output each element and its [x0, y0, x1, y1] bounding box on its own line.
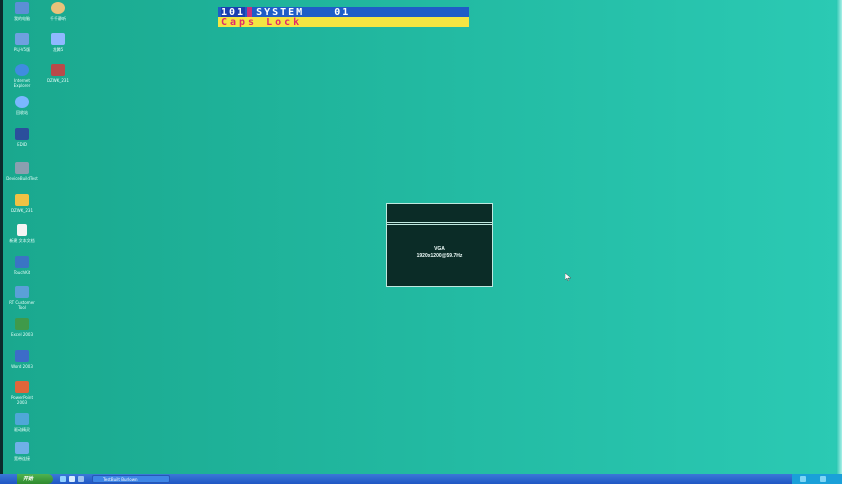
desktop-icon-driver[interactable]: 驱动精灵: [4, 413, 40, 432]
app-icon: [15, 33, 29, 45]
desktop-icon-folder[interactable]: DZWK_231: [4, 194, 40, 213]
tray-network-icon[interactable]: [800, 476, 806, 482]
feather-icon: [51, 33, 65, 45]
tool-icon: [15, 286, 29, 298]
desktop-icon-rt-customer-tool[interactable]: RT Customer Tool: [4, 286, 40, 310]
quicklaunch-media-icon[interactable]: [78, 476, 84, 482]
text-file-icon: [17, 224, 27, 236]
desktop-icon-recycle-bin[interactable]: 回收站: [4, 96, 40, 115]
folder-icon: [15, 194, 29, 206]
dialog-info: VGA 1920x1200@59.7Hz: [387, 246, 492, 260]
system-tray: [792, 474, 842, 484]
dialog-title-bar: [387, 204, 492, 223]
desktop-icon-internet-explorer[interactable]: Internet Explorer: [4, 64, 40, 88]
desktop-icon-broadband[interactable]: 宽带连接: [4, 442, 40, 461]
powerpoint-icon: [15, 381, 29, 393]
network-icon: [15, 442, 29, 454]
signal-type: VGA: [434, 246, 445, 252]
computer-icon: [15, 2, 29, 14]
desktop-icon-word[interactable]: Word 2003: [4, 350, 40, 369]
desktop-icon-powerpoint[interactable]: PowerPoint 2003: [4, 381, 40, 405]
desktop-icon-player[interactable]: 千千静听: [40, 2, 76, 21]
desktop-icon-device-build-test[interactable]: DeviceBuildTest: [4, 162, 40, 181]
desktop-icon-feather[interactable]: 龙腾5: [40, 33, 76, 52]
desktop-icon-my-computer[interactable]: 我的电脑: [4, 2, 40, 21]
excel-icon: [15, 318, 29, 330]
recycle-bin-icon: [15, 96, 29, 108]
desktop-icon-excel[interactable]: Excel 2003: [4, 318, 40, 337]
quicklaunch-ie-icon[interactable]: [60, 476, 66, 482]
signal-resolution: 1920x1200@59.7Hz: [416, 253, 463, 259]
taskbar: 开始 TestBuilt Burlown: [0, 474, 842, 484]
desktop-icon-touchkit[interactable]: TouchKit: [4, 256, 40, 275]
osd-separator: [247, 7, 253, 17]
taskbar-window-item[interactable]: TestBuilt Burlown: [92, 475, 170, 483]
monitor-icon: [15, 128, 29, 140]
desktop-icon-text-file[interactable]: 新建 文本文档: [4, 224, 40, 243]
osd-status-row: 101 SYSTEM 01: [218, 6, 469, 18]
start-button[interactable]: 开始: [17, 474, 53, 484]
desktop-icon-area: 我的电脑 千千静听 PLJ-V5版 龙腾5 Internet Explorer …: [4, 0, 80, 470]
osd-caps-row: Caps Lock: [218, 16, 469, 28]
tray-clock-icon[interactable]: [820, 476, 826, 482]
desktop-icon-edid[interactable]: EDID: [4, 128, 40, 147]
player-icon: [51, 2, 65, 14]
kvm-osd-banner: 101 SYSTEM 01 Caps Lock: [218, 6, 469, 28]
word-icon: [15, 350, 29, 362]
touchkit-icon: [15, 256, 29, 268]
signal-info-dialog: VGA 1920x1200@59.7Hz: [386, 203, 493, 287]
desktop-icon-app[interactable]: PLJ-V5版: [4, 33, 40, 52]
device-icon: [15, 162, 29, 174]
dialog-divider: [387, 224, 492, 225]
film-icon: [51, 64, 65, 76]
driver-icon: [15, 413, 29, 425]
ie-icon: [15, 64, 29, 76]
desktop-icon-film[interactable]: DZWK_231: [40, 64, 76, 83]
osd-caps-lock: Caps Lock: [221, 16, 303, 28]
osd-channel: 01: [334, 6, 351, 18]
quicklaunch-desktop-icon[interactable]: [69, 476, 75, 482]
mouse-cursor-icon: [565, 273, 571, 281]
